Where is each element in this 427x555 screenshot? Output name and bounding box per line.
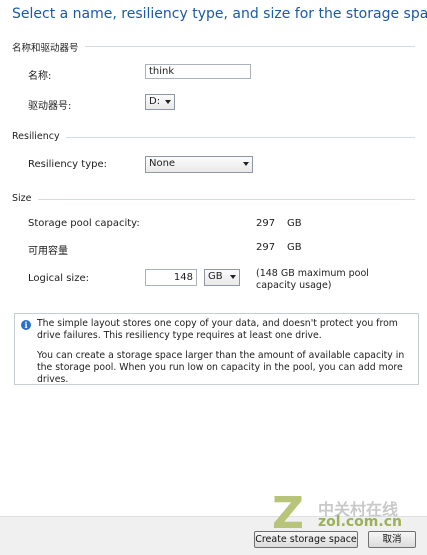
watermark-en-text: zol.com.cn [318,514,402,530]
resiliency-type-value: None [149,158,176,169]
section-size: Size [12,193,415,205]
section-label-name-drive: 名称和驱动器号 [12,40,85,54]
available-capacity-value: 297 [256,242,276,253]
chevron-down-icon [230,275,236,279]
name-input[interactable]: think [145,64,251,79]
logical-size-hint: (148 GB maximum pool capacity usage) [256,268,369,291]
chevron-down-icon [165,100,171,104]
section-divider [12,199,415,200]
logical-size-label: Logical size: [28,273,89,284]
zol-watermark: Z 中关村在线 zol.com.cn [272,490,422,540]
section-label-size: Size [12,193,38,204]
pool-capacity-label: Storage pool capacity: [28,218,140,229]
name-label: 名称: [28,71,52,82]
watermark-logo-letter: Z [272,488,304,539]
pool-capacity-value: 297 [256,218,276,229]
section-divider [12,137,415,138]
section-resiliency: Resiliency [12,131,415,143]
info-line-simple-layout: The simple layout stores one copy of you… [37,318,398,341]
logical-size-unit-value: GB [208,271,223,282]
available-capacity-label: 可用容量 [28,246,68,257]
drive-letter-dropdown[interactable]: D: [145,94,175,110]
resiliency-type-dropdown[interactable]: None [145,156,253,173]
drive-letter-value: D: [149,96,161,107]
info-panel: i The simple layout stores one copy of y… [14,313,419,385]
section-label-resiliency: Resiliency [12,131,66,142]
info-icon: i [21,320,31,330]
available-capacity-unit: GB [287,242,302,253]
info-text: The simple layout stores one copy of you… [37,318,415,386]
page-heading: Select a name, resiliency type, and size… [12,6,427,22]
logical-size-input[interactable]: 148 [145,269,197,286]
logical-size-unit-dropdown[interactable]: GB [204,269,240,286]
section-name-drive: 名称和驱动器号 [12,40,415,54]
resiliency-type-label: Resiliency type: [28,159,107,170]
chevron-down-icon [243,162,249,166]
info-line-capacity: You can create a storage space larger th… [37,350,405,385]
pool-capacity-unit: GB [287,218,302,229]
drive-letter-label: 驱动器号: [28,101,72,112]
